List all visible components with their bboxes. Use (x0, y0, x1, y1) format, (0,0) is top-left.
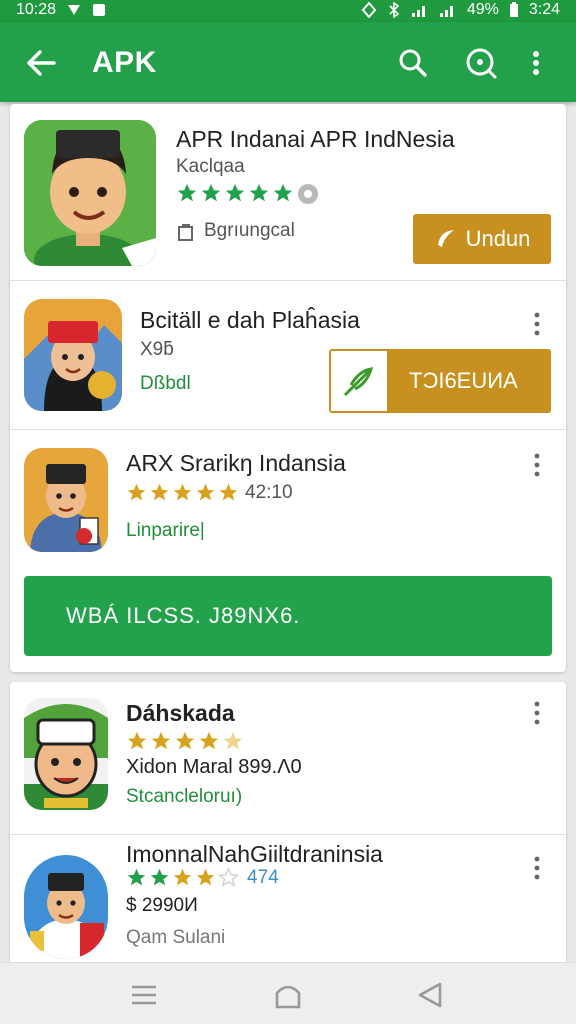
rating-value: 474 (247, 867, 279, 888)
star-icon (173, 868, 192, 886)
app-icon (24, 698, 108, 810)
status-bar: 10:28 49% 3:24 (0, 0, 576, 22)
app-name[interactable]: APR Indanai APR IndNesia (176, 126, 455, 153)
app-icon (24, 299, 122, 411)
star-icon (127, 731, 147, 750)
more-options-icon[interactable] (528, 855, 546, 881)
status-clock: 3:24 (528, 1, 560, 18)
star-icon (196, 483, 215, 501)
list-item[interactable]: APR Indanai APR IndNesia Kaclqaa Bgrıung… (10, 104, 566, 280)
signal-icon-2 (439, 6, 453, 17)
star-empty-icon (218, 867, 239, 887)
battery-percent: 49% (466, 1, 499, 18)
notification-icon (68, 5, 81, 15)
download-icon (437, 230, 454, 247)
list-item[interactable]: ARX Srarikŋ Indansia 42:10 Linparire| (10, 430, 566, 570)
star-icon (219, 483, 238, 501)
app-subtitle: Xidon Maral 899.Ʌ0 (126, 756, 302, 778)
battery-icon (509, 2, 518, 17)
star-icon (201, 183, 221, 202)
star-icon (150, 868, 169, 886)
star-icon (127, 868, 146, 886)
install-button-label: Undun (465, 226, 531, 251)
leaf-icon (343, 367, 374, 397)
app-name[interactable]: Bcitäll e dah Plaĥasia (140, 307, 360, 334)
list-item[interactable]: ImonnalNahGiiltdraninsia 474 $ 2990И Qam… (10, 835, 566, 982)
app-meta: Qam Sulani (126, 927, 226, 948)
star-icon (173, 483, 192, 501)
star-icon (150, 483, 169, 501)
install-button[interactable]: TƆI6EUИA (329, 349, 551, 413)
app-price: $ 2990И (126, 895, 198, 916)
contains-ads-icon (178, 224, 193, 241)
app-icon (24, 120, 156, 266)
vibrate-icon (361, 2, 377, 18)
badge-icon (298, 184, 318, 204)
star-icon (273, 183, 293, 202)
star-icon (151, 731, 171, 750)
app-bar: APK (0, 22, 576, 102)
rating-value: 42:10 (245, 482, 293, 503)
rating-stars: 474 (126, 867, 279, 889)
bluetooth-icon (389, 2, 400, 18)
recent-apps-icon[interactable] (128, 979, 160, 1011)
banner-button[interactable]: WBÁ ILCSS. J89NX6. (24, 576, 552, 656)
system-navigation-bar (0, 962, 576, 1024)
more-options-icon[interactable] (528, 700, 546, 726)
star-icon (177, 183, 197, 202)
star-icon (175, 731, 195, 750)
list-item[interactable]: Dáhskada Xidon Maral 899.Ʌ0 Stcancleloru… (10, 682, 566, 834)
app-icon (24, 855, 108, 959)
status-time: 10:28 (16, 1, 57, 18)
star-icon (127, 483, 146, 501)
rating-stars: 42:10 (126, 482, 293, 504)
rating-stars (126, 730, 244, 752)
app-name[interactable]: ARX Srarikŋ Indansia (126, 450, 346, 477)
star-icon (249, 183, 269, 202)
button-icon-box (331, 351, 387, 411)
back-arrow-icon[interactable] (24, 46, 58, 80)
star-icon (196, 868, 215, 886)
rating-stars (176, 182, 320, 206)
list-item[interactable]: Bcitäll e dah Plaĥasia X9ƃ Dßbdl TƆI6EUИ… (10, 281, 566, 429)
app-meta: Stcancleloruı) (126, 786, 243, 807)
install-button-label: TƆI6EUИA (409, 368, 518, 393)
more-options-icon[interactable] (528, 452, 546, 478)
signal-icon (411, 6, 425, 17)
app-subtitle: X9ƃ (140, 339, 174, 360)
page-title: APK (92, 46, 157, 79)
app-list-card: APR Indanai APR IndNesia Kaclqaa Bgrıung… (10, 104, 566, 672)
developer-name: Kaclqaa (176, 156, 245, 177)
app-meta: Bgrıungcal (204, 220, 295, 241)
star-icon (225, 183, 245, 202)
star-icon (199, 731, 219, 750)
app-meta: Dßbdl (140, 373, 191, 394)
app-notification-icon (93, 4, 106, 16)
voice-search-icon[interactable] (464, 46, 498, 80)
app-meta: Linparire| (126, 520, 205, 541)
back-icon[interactable] (414, 979, 446, 1011)
more-options-icon[interactable] (528, 311, 546, 337)
app-icon (24, 448, 108, 552)
app-name[interactable]: Dáhskada (126, 700, 235, 727)
search-icon[interactable] (396, 46, 430, 80)
app-list-card-secondary: Dáhskada Xidon Maral 899.Ʌ0 Stcancleloru… (10, 682, 566, 982)
overflow-menu-icon[interactable] (526, 46, 546, 80)
install-button[interactable]: Undun (413, 214, 551, 264)
star-half-icon (223, 731, 243, 750)
app-name[interactable]: ImonnalNahGiiltdraninsia (126, 841, 383, 868)
home-icon[interactable] (272, 979, 304, 1011)
